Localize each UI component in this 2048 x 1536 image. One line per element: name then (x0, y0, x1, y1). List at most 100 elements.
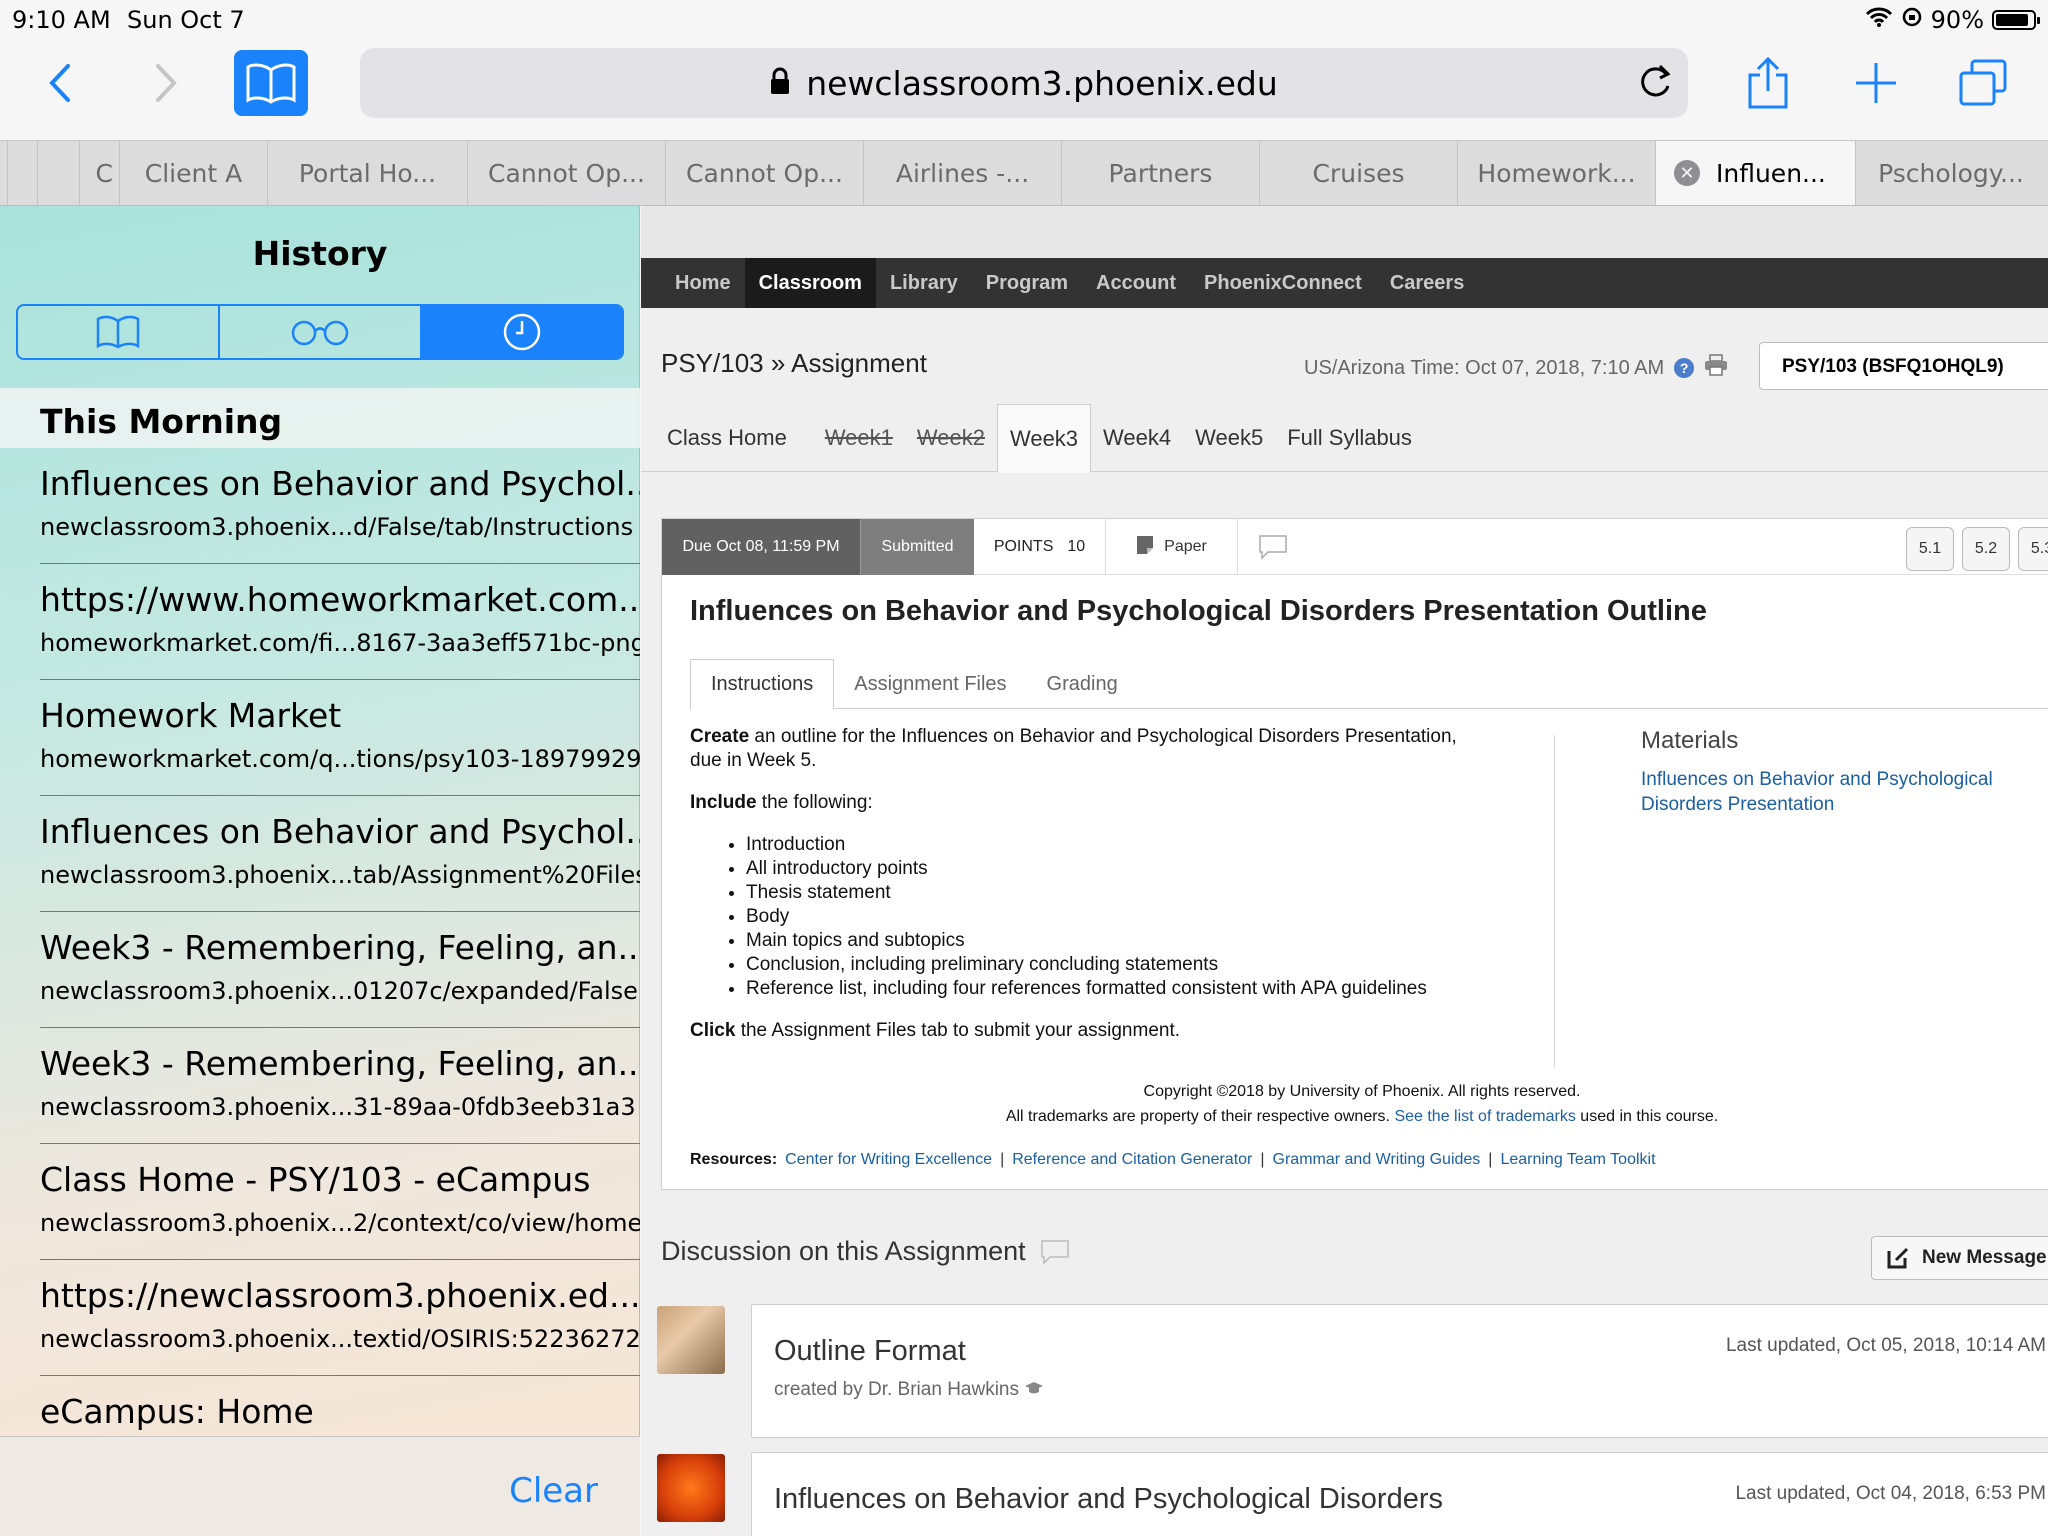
tab-1[interactable]: Client A (120, 141, 268, 205)
objective-chips: 5.1 5.2 5.3 (1906, 527, 2048, 571)
clear-history-button[interactable]: Clear (509, 1471, 598, 1511)
comment-icon (1259, 535, 1287, 560)
comment-button[interactable] (1238, 519, 1308, 575)
history-item[interactable]: Homework Market homeworkmarket.com/q...ti… (40, 680, 640, 796)
post-title[interactable]: Influences on Behavior and Psychological… (774, 1483, 1443, 1516)
trademarks-link[interactable]: See the list of trademarks (1394, 1108, 1575, 1125)
history-item[interactable]: Class Home - PSY/103 - eCampus newclassro… (40, 1144, 640, 1260)
glasses-icon (291, 320, 349, 346)
history-item[interactable]: https://www.homeworkmarket.com... homewor… (40, 564, 640, 680)
objective-chip[interactable]: 5.1 (1906, 527, 1954, 571)
sidebar-title: History (252, 234, 388, 273)
tab-assignment-files[interactable]: Assignment Files (834, 659, 1026, 709)
history-section-header: This Morning (0, 388, 640, 448)
address-bar[interactable]: newclassroom3.phoenix.edu (360, 48, 1688, 118)
resource-link-team-toolkit[interactable]: Learning Team Toolkit (1500, 1151, 1655, 1169)
battery-icon (1992, 10, 2040, 30)
new-message-label: New Message (1922, 1247, 2047, 1268)
status-time: 9:10 AM (12, 6, 111, 34)
objective-chip[interactable]: 5.3 (2018, 527, 2048, 571)
history-item[interactable]: Week3 - Remembering, Feeling, an... newcl… (40, 912, 640, 1028)
segment-reading-list[interactable] (220, 306, 422, 358)
nav-classroom[interactable]: Classroom (744, 258, 876, 308)
tabs-overview-button[interactable] (1956, 56, 2010, 110)
tab-6[interactable]: Partners (1062, 141, 1260, 205)
nav-program[interactable]: Program (972, 258, 1082, 308)
nav-account[interactable]: Account (1082, 258, 1190, 308)
nav-library[interactable]: Library (876, 258, 972, 308)
materials-link[interactable]: Influences on Behavior and Psychological… (1641, 767, 2048, 817)
forward-button[interactable] (146, 60, 186, 106)
tab-0[interactable]: C (80, 141, 120, 205)
tab-3[interactable]: Cannot Op... (468, 141, 666, 205)
new-tab-button[interactable] (1850, 56, 1902, 110)
list-item: Introduction (746, 833, 1490, 857)
compose-icon (1887, 1247, 1909, 1269)
tab-week4[interactable]: Week4 (1091, 404, 1183, 472)
tab-10[interactable]: Pschology... (1856, 141, 2046, 205)
chevron-right-icon (156, 64, 177, 102)
objective-chip[interactable]: 5.2 (1962, 527, 2010, 571)
book-icon (96, 315, 140, 349)
avatar (657, 1454, 725, 1522)
share-button[interactable] (1742, 52, 1794, 114)
resource-link-citation-generator[interactable]: Reference and Citation Generator (1012, 1151, 1252, 1169)
tab-2[interactable]: Portal Ho... (268, 141, 468, 205)
wifi-icon (1865, 6, 1893, 34)
tab-5[interactable]: Airlines -... (864, 141, 1062, 205)
nav-home[interactable]: Home (641, 258, 745, 308)
post-title[interactable]: Outline Format (774, 1335, 966, 1368)
nav-careers[interactable]: Careers (1376, 258, 1479, 308)
close-tab-icon[interactable]: ✕ (1674, 160, 1700, 186)
history-item[interactable]: https://newclassroom3.phoenix.ed... newcl… (40, 1260, 640, 1376)
tab-9-active[interactable]: ✕ Influen... (1656, 141, 1856, 205)
resource-link-writing-excellence[interactable]: Center for Writing Excellence (785, 1151, 992, 1169)
clock-icon (503, 313, 541, 351)
history-item[interactable]: Influences on Behavior and Psychol... new… (40, 796, 640, 912)
plus-icon (1856, 63, 1896, 103)
resources-row: Resources: Center for Writing Excellence… (690, 1151, 1656, 1169)
trademarks-text: All trademarks are property of their res… (1005, 1108, 1719, 1125)
resource-link-grammar-guides[interactable]: Grammar and Writing Guides (1273, 1151, 1481, 1169)
help-icon[interactable]: ? (1674, 358, 1695, 378)
tab-8[interactable]: Homework... (1458, 141, 1656, 205)
copyright-block: Copyright ©2018 by University of Phoenix… (662, 1079, 2048, 1129)
history-item[interactable]: Influences on Behavior and Psychol... new… (40, 448, 640, 564)
tab-full-syllabus[interactable]: Full Syllabus (1275, 404, 1424, 472)
assignment-card: Due Oct 08, 11:59 PM Submitted POINTS 10… (661, 518, 2048, 1190)
address-text: newclassroom3.phoenix.edu (806, 63, 1278, 103)
history-item[interactable]: Week3 - Remembering, Feeling, an... newcl… (40, 1028, 640, 1144)
tab-week2[interactable]: Week2 (905, 404, 997, 472)
tab-instructions[interactable]: Instructions (690, 659, 835, 710)
tab-week5[interactable]: Week5 (1183, 404, 1275, 472)
tab-7[interactable]: Cruises (1260, 141, 1458, 205)
list-item: Main topics and subtopics (746, 929, 1490, 953)
back-button[interactable] (40, 60, 80, 106)
new-message-button[interactable]: New Message (1871, 1236, 2048, 1280)
tab-grading[interactable]: Grading (1027, 659, 1138, 709)
discussion-post[interactable]: Outline Format created by Dr. Brian Hawk… (751, 1304, 2048, 1438)
orientation-lock-icon (1901, 6, 1923, 34)
tab-class-home[interactable]: Class Home (655, 404, 799, 472)
instruction-create: Create an outline for the Influences on … (690, 726, 1457, 771)
page-top-strip (641, 206, 2048, 258)
points-value: 10 (1067, 538, 1086, 555)
segment-bookmarks[interactable] (18, 306, 220, 358)
discussion-post[interactable]: Influences on Behavior and Psychological… (751, 1452, 2048, 1536)
nav-phoenixconnect[interactable]: PhoenixConnect (1190, 258, 1376, 308)
instruction-click: Click the Assignment Files tab to submit… (690, 1020, 1181, 1041)
due-date-badge: Due Oct 08, 11:59 PM (662, 519, 860, 575)
course-select[interactable]: PSY/103 (BSFQ1OHQL9) (1759, 342, 2048, 390)
comment-icon (1040, 1239, 1069, 1265)
tab-week3[interactable]: Week3 (996, 404, 1092, 473)
avatar (657, 1306, 725, 1374)
reload-icon[interactable] (1636, 62, 1674, 110)
tab-week1[interactable]: Week1 (813, 404, 905, 472)
timezone-text: US/Arizona Time: Oct 07, 2018, 7:10 AM (1304, 356, 1665, 379)
print-icon[interactable] (1704, 354, 1728, 382)
tab-4[interactable]: Cannot Op... (666, 141, 864, 205)
assignment-tabs: Instructions Assignment Files Grading (690, 659, 2048, 710)
segment-history[interactable] (422, 306, 622, 358)
bookmarks-button[interactable] (234, 50, 308, 116)
list-item: Reference list, including four reference… (746, 977, 1490, 1001)
